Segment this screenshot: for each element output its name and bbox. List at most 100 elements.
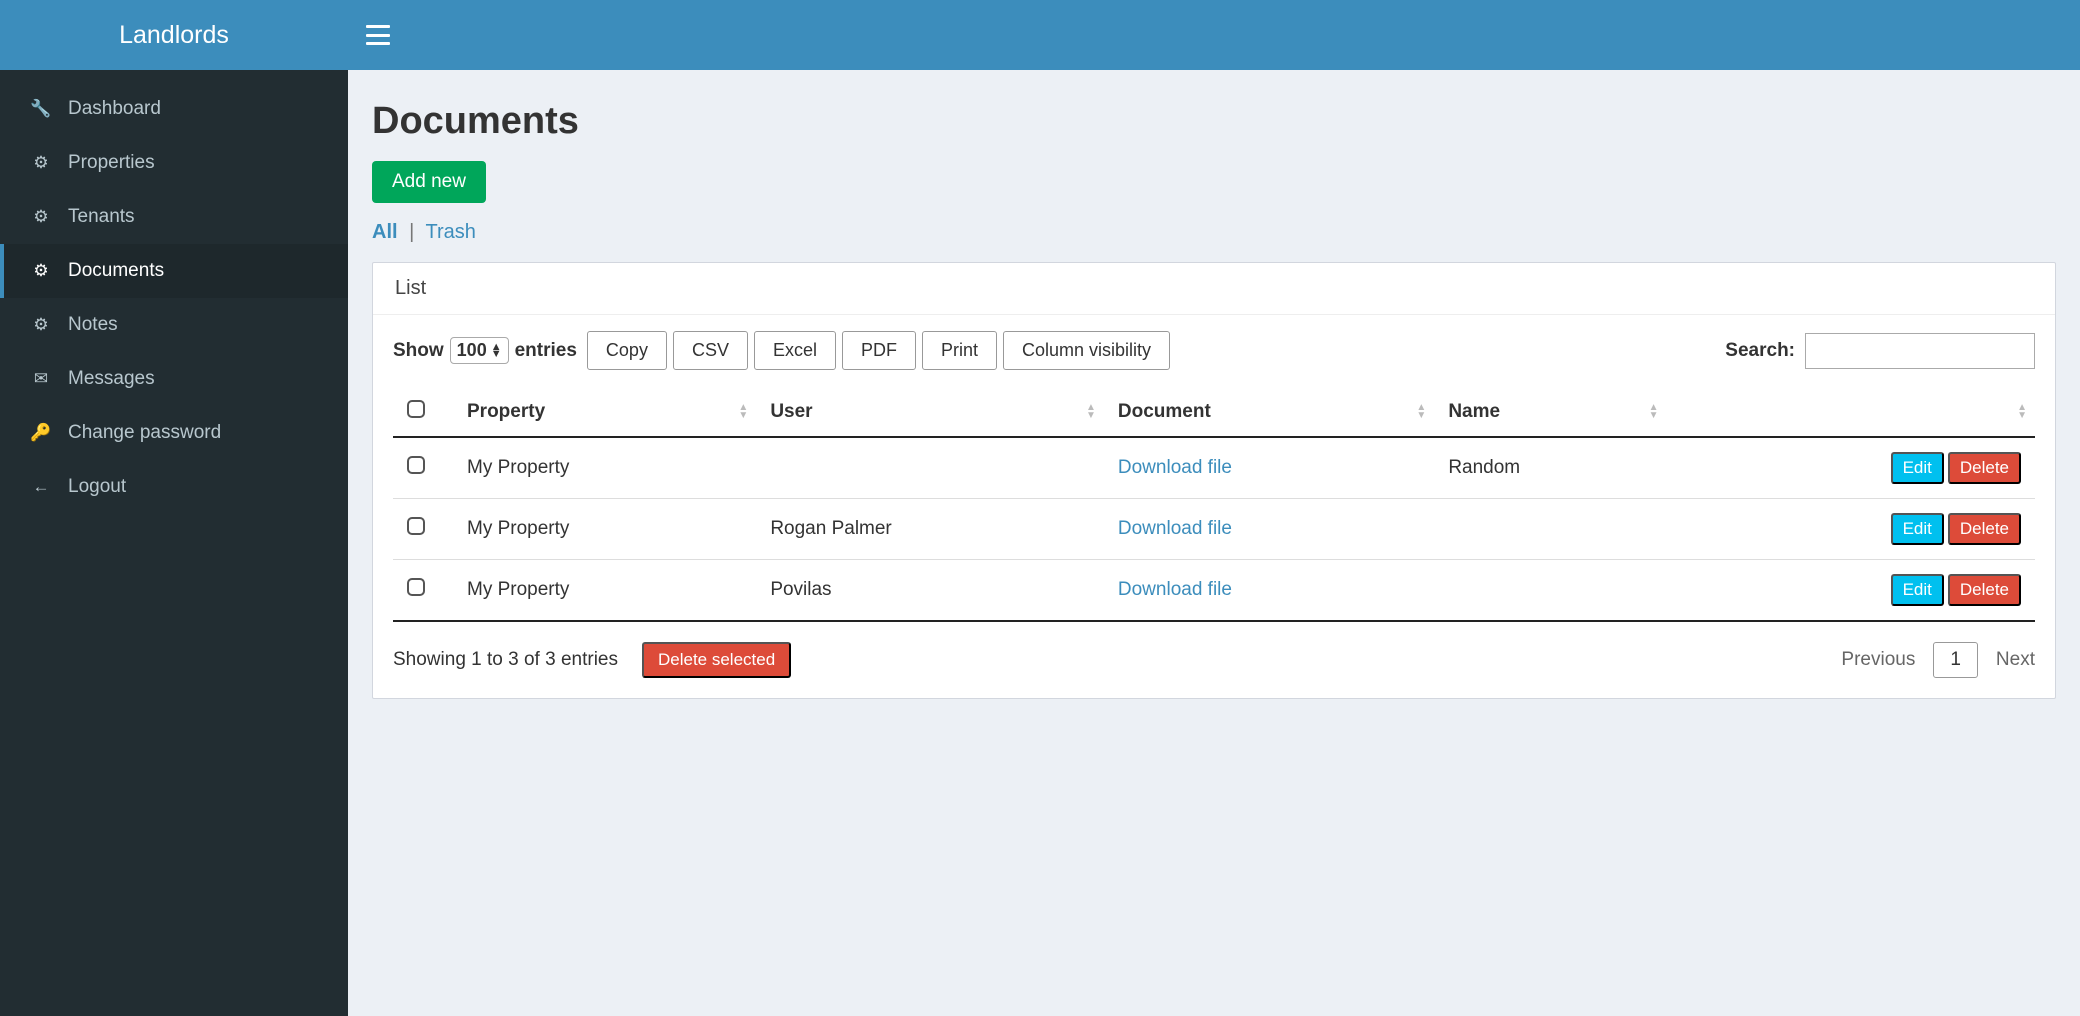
- delete-selected-button[interactable]: Delete selected: [642, 642, 791, 678]
- edit-button[interactable]: Edit: [1891, 452, 1944, 484]
- menu-toggle-icon[interactable]: [366, 25, 390, 45]
- page-length-value: 100: [457, 340, 487, 361]
- cell-name: [1434, 499, 1666, 560]
- excel-button[interactable]: Excel: [754, 331, 836, 370]
- content: Documents Add new All | Trash List Show …: [348, 70, 2080, 1016]
- show-label-post: entries: [515, 340, 577, 362]
- table-row: My Property Download file Random EditDel…: [393, 437, 2035, 499]
- sort-icon: ▲▼: [1649, 404, 1659, 420]
- th-user-label: User: [770, 401, 812, 422]
- envelope-icon: ✉: [28, 369, 54, 389]
- download-file-link[interactable]: Download file: [1118, 518, 1232, 539]
- layout: 🔧 Dashboard ⚙ Properties ⚙ Tenants ⚙ Doc…: [0, 70, 2080, 1016]
- download-file-link[interactable]: Download file: [1118, 579, 1232, 600]
- sidebar-item-label: Notes: [68, 314, 118, 336]
- edit-button[interactable]: Edit: [1891, 574, 1944, 606]
- sidebar-item-documents[interactable]: ⚙ Documents: [0, 244, 348, 298]
- table-footer: Showing 1 to 3 of 3 entries Delete selec…: [393, 642, 2035, 678]
- filter-trash-link[interactable]: Trash: [426, 221, 476, 243]
- th-document[interactable]: Document ▲▼: [1104, 388, 1434, 437]
- page-title: Documents: [372, 100, 2056, 143]
- panel-body: Show 100 ▲▼ entries Copy CSV Excel PDF P…: [373, 315, 2055, 698]
- sidebar: 🔧 Dashboard ⚙ Properties ⚙ Tenants ⚙ Doc…: [0, 70, 348, 1016]
- panel-header: List: [373, 263, 2055, 315]
- cell-name: [1434, 560, 1666, 622]
- select-all-checkbox[interactable]: [407, 400, 425, 418]
- cell-property: My Property: [453, 560, 756, 622]
- pagination-previous[interactable]: Previous: [1841, 649, 1915, 671]
- gears-icon: ⚙: [28, 207, 54, 227]
- th-name[interactable]: Name ▲▼: [1434, 388, 1666, 437]
- sidebar-item-label: Tenants: [68, 206, 135, 228]
- row-checkbox[interactable]: [407, 456, 425, 474]
- table-row: My Property Rogan Palmer Download file E…: [393, 499, 2035, 560]
- th-select[interactable]: [393, 388, 453, 437]
- th-property-label: Property: [467, 401, 545, 422]
- sidebar-item-change-password[interactable]: 🔑 Change password: [0, 406, 348, 460]
- sidebar-item-label: Logout: [68, 476, 126, 498]
- cell-property: My Property: [453, 499, 756, 560]
- row-checkbox[interactable]: [407, 578, 425, 596]
- table-row: My Property Povilas Download file EditDe…: [393, 560, 2035, 622]
- gears-icon: ⚙: [28, 315, 54, 335]
- search-input[interactable]: [1805, 333, 2035, 369]
- cell-user: [756, 437, 1104, 499]
- delete-button[interactable]: Delete: [1948, 513, 2021, 545]
- download-file-link[interactable]: Download file: [1118, 457, 1232, 478]
- sidebar-item-label: Messages: [68, 368, 155, 390]
- edit-button[interactable]: Edit: [1891, 513, 1944, 545]
- filter-all-link[interactable]: All: [372, 221, 398, 243]
- filter-separator: |: [409, 221, 414, 243]
- sort-icon: ▲▼: [1416, 404, 1426, 420]
- sidebar-item-tenants[interactable]: ⚙ Tenants: [0, 190, 348, 244]
- cell-property: My Property: [453, 437, 756, 499]
- th-actions: ▲▼: [1666, 388, 2035, 437]
- sidebar-item-notes[interactable]: ⚙ Notes: [0, 298, 348, 352]
- topbar: Landlords: [0, 0, 2080, 70]
- page-length-control: Show 100 ▲▼ entries: [393, 337, 577, 364]
- cell-user: Povilas: [756, 560, 1104, 622]
- wrench-icon: 🔧: [28, 99, 54, 119]
- sort-icon: ▲▼: [1086, 404, 1096, 420]
- page-length-select[interactable]: 100 ▲▼: [450, 337, 509, 364]
- pdf-button[interactable]: PDF: [842, 331, 916, 370]
- sort-icon: ▲▼: [738, 404, 748, 420]
- search-wrap: Search:: [1725, 333, 2035, 369]
- sidebar-item-label: Properties: [68, 152, 155, 174]
- sidebar-item-label: Dashboard: [68, 98, 161, 120]
- pagination: Previous 1 Next: [1841, 642, 2035, 678]
- table-info: Showing 1 to 3 of 3 entries: [393, 649, 618, 671]
- sidebar-item-properties[interactable]: ⚙ Properties: [0, 136, 348, 190]
- brand-logo[interactable]: Landlords: [0, 0, 348, 70]
- csv-button[interactable]: CSV: [673, 331, 748, 370]
- table-toolbar: Show 100 ▲▼ entries Copy CSV Excel PDF P…: [393, 331, 2035, 370]
- sidebar-item-logout[interactable]: ← Logout: [0, 460, 348, 514]
- show-label-pre: Show: [393, 340, 444, 362]
- th-name-label: Name: [1448, 401, 1500, 422]
- print-button[interactable]: Print: [922, 331, 997, 370]
- delete-button[interactable]: Delete: [1948, 452, 2021, 484]
- th-user[interactable]: User ▲▼: [756, 388, 1104, 437]
- gears-icon: ⚙: [28, 153, 54, 173]
- add-new-button[interactable]: Add new: [372, 161, 486, 203]
- copy-button[interactable]: Copy: [587, 331, 667, 370]
- column-visibility-button[interactable]: Column visibility: [1003, 331, 1170, 370]
- topbar-right: [348, 0, 2080, 70]
- sort-icon: ▲▼: [2017, 404, 2027, 420]
- gears-icon: ⚙: [28, 261, 54, 281]
- sidebar-item-label: Documents: [68, 260, 164, 282]
- th-property[interactable]: Property ▲▼: [453, 388, 756, 437]
- row-checkbox[interactable]: [407, 517, 425, 535]
- delete-button[interactable]: Delete: [1948, 574, 2021, 606]
- documents-table: Property ▲▼ User ▲▼ Document ▲▼: [393, 388, 2035, 622]
- sidebar-item-messages[interactable]: ✉ Messages: [0, 352, 348, 406]
- sidebar-item-dashboard[interactable]: 🔧 Dashboard: [0, 82, 348, 136]
- arrow-left-icon: ←: [28, 477, 54, 497]
- th-document-label: Document: [1118, 401, 1211, 422]
- search-label: Search:: [1725, 340, 1795, 362]
- select-arrows-icon: ▲▼: [491, 344, 502, 358]
- cell-user: Rogan Palmer: [756, 499, 1104, 560]
- pagination-next[interactable]: Next: [1996, 649, 2035, 671]
- key-icon: 🔑: [28, 423, 54, 443]
- pagination-page-1[interactable]: 1: [1933, 642, 1978, 678]
